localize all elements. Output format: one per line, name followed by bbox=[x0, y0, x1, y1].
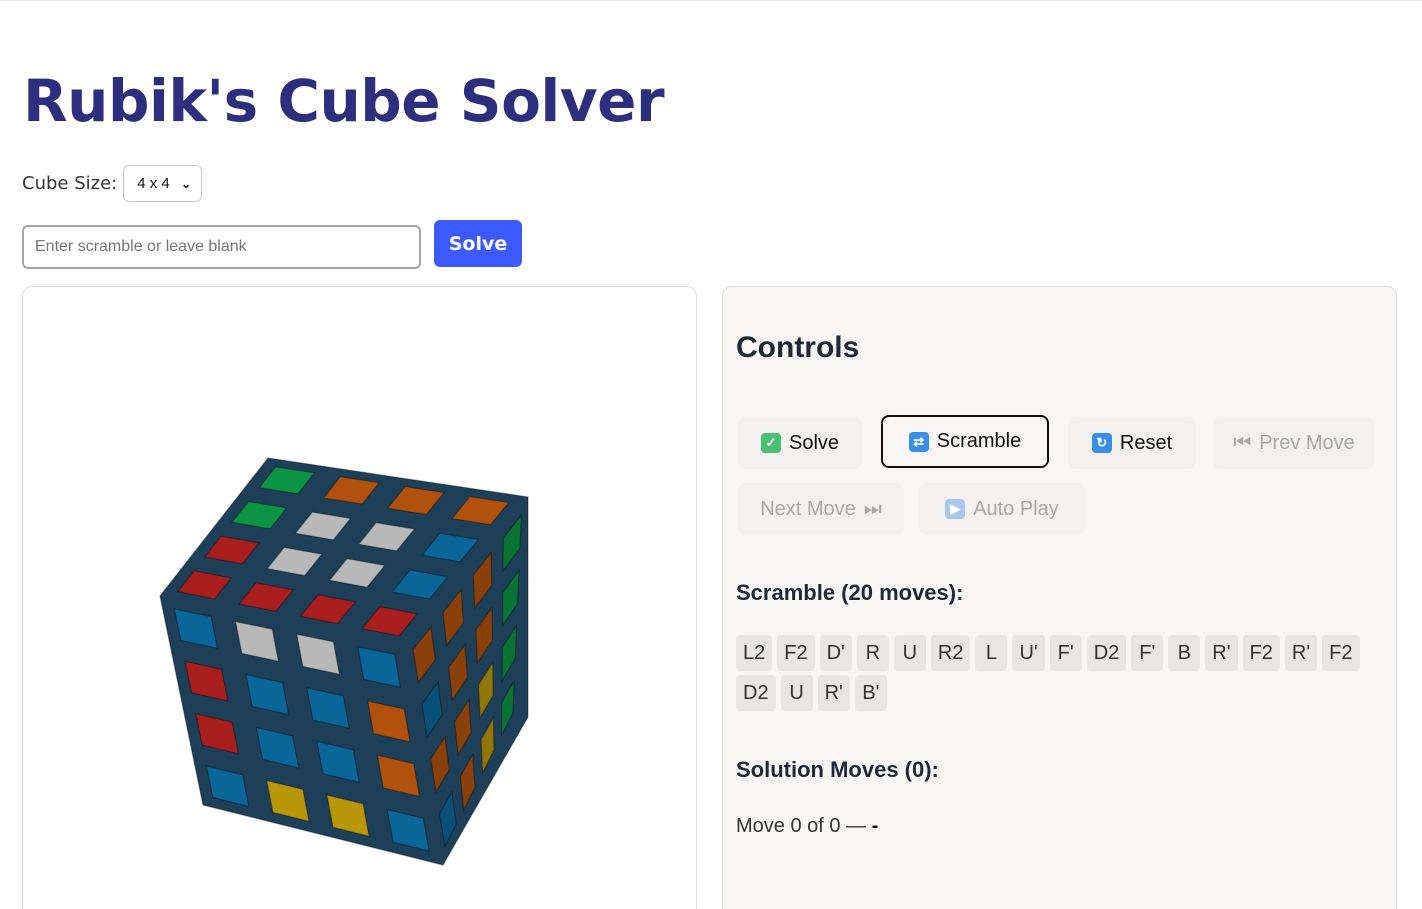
reset-icon: ↻ bbox=[1091, 433, 1112, 453]
scramble-moves-list: L2 F2 D' R U R2 L U' F' D2 F' B R' F2 R' F2 D2 U R' B' bbox=[736, 635, 1376, 711]
scramble-input[interactable] bbox=[22, 225, 421, 269]
control-solve-button[interactable]: ✓ Solve bbox=[738, 417, 862, 469]
control-next-label: Next Move bbox=[760, 497, 856, 520]
scramble-move-chip: U bbox=[893, 635, 926, 671]
scramble-heading: Scramble (20 moves): bbox=[736, 580, 964, 605]
control-prev-label: Prev Move bbox=[1259, 431, 1355, 454]
move-status: Move 0 of 0 — - bbox=[736, 815, 878, 838]
scramble-move-chip: R' bbox=[1205, 635, 1238, 671]
scramble-move-chip: F2 bbox=[1322, 635, 1360, 671]
scramble-move-chip: L2 bbox=[736, 635, 773, 671]
control-autoplay-button[interactable]: ▶ Auto Play bbox=[919, 483, 1085, 535]
cube-size-label: Cube Size: bbox=[22, 173, 118, 194]
scramble-move-chip: F' bbox=[1131, 635, 1164, 671]
control-scramble-label: Scramble bbox=[936, 430, 1022, 452]
control-autoplay-label: Auto Play bbox=[973, 497, 1059, 520]
scramble-move-chip: L bbox=[975, 635, 1008, 671]
control-reset-button[interactable]: ↻ Reset bbox=[1068, 417, 1196, 469]
cube-size-select[interactable]: 4 x 4 ⌄ bbox=[123, 165, 203, 202]
scramble-move-chip: D2 bbox=[1086, 635, 1127, 671]
scramble-move-chip: R2 bbox=[930, 635, 971, 671]
scramble-move-chip: D' bbox=[819, 635, 852, 671]
control-scramble-button[interactable]: ⇄ Scramble bbox=[881, 415, 1049, 468]
scramble-move-chip: R bbox=[856, 635, 889, 671]
scramble-move-chip: U' bbox=[1012, 635, 1045, 671]
controls-title: Controls bbox=[736, 331, 860, 364]
scramble-move-chip: F2 bbox=[777, 635, 815, 671]
cube-3d-view[interactable] bbox=[23, 287, 697, 909]
solve-button[interactable]: Solve bbox=[434, 220, 522, 267]
chevron-down-icon: ⌄ bbox=[181, 176, 192, 191]
solution-heading: Solution Moves (0): bbox=[736, 757, 939, 782]
cube-viewer-panel[interactable] bbox=[22, 286, 697, 909]
control-next-move-button[interactable]: Next Move ⏭ bbox=[738, 483, 904, 535]
next-track-icon: ⏭ bbox=[863, 497, 882, 520]
scramble-move-chip: D2 bbox=[736, 675, 776, 711]
move-status-text: Move 0 of 0 — bbox=[736, 815, 867, 837]
scramble-move-chip: F' bbox=[1049, 635, 1082, 671]
prev-track-icon: ⏮ bbox=[1233, 431, 1252, 454]
controls-panel: Controls ✓ Solve ⇄ Scramble ↻ Reset ⏮ Pr… bbox=[722, 286, 1397, 909]
cube-size-row: Cube Size: 4 x 4 ⌄ bbox=[22, 165, 203, 202]
control-solve-label: Solve bbox=[788, 431, 840, 454]
top-border bbox=[0, 0, 1422, 1]
scramble-move-chip: R' bbox=[817, 675, 850, 711]
control-reset-label: Reset bbox=[1119, 431, 1173, 454]
scramble-move-chip: R' bbox=[1284, 635, 1318, 671]
play-icon: ▶ bbox=[945, 499, 966, 519]
shuffle-icon: ⇄ bbox=[908, 431, 929, 452]
page-title: Rubik's Cube Solver bbox=[23, 67, 665, 135]
control-prev-move-button[interactable]: ⏮ Prev Move bbox=[1213, 417, 1375, 469]
cube-size-value: 4 x 4 bbox=[137, 175, 170, 192]
scramble-move-chip: B bbox=[1168, 635, 1201, 671]
scramble-move-chip: B' bbox=[854, 675, 887, 711]
scramble-move-chip: F2 bbox=[1242, 635, 1280, 671]
check-icon: ✓ bbox=[760, 433, 781, 453]
scramble-move-chip: U bbox=[780, 675, 813, 711]
current-move: - bbox=[871, 815, 879, 837]
